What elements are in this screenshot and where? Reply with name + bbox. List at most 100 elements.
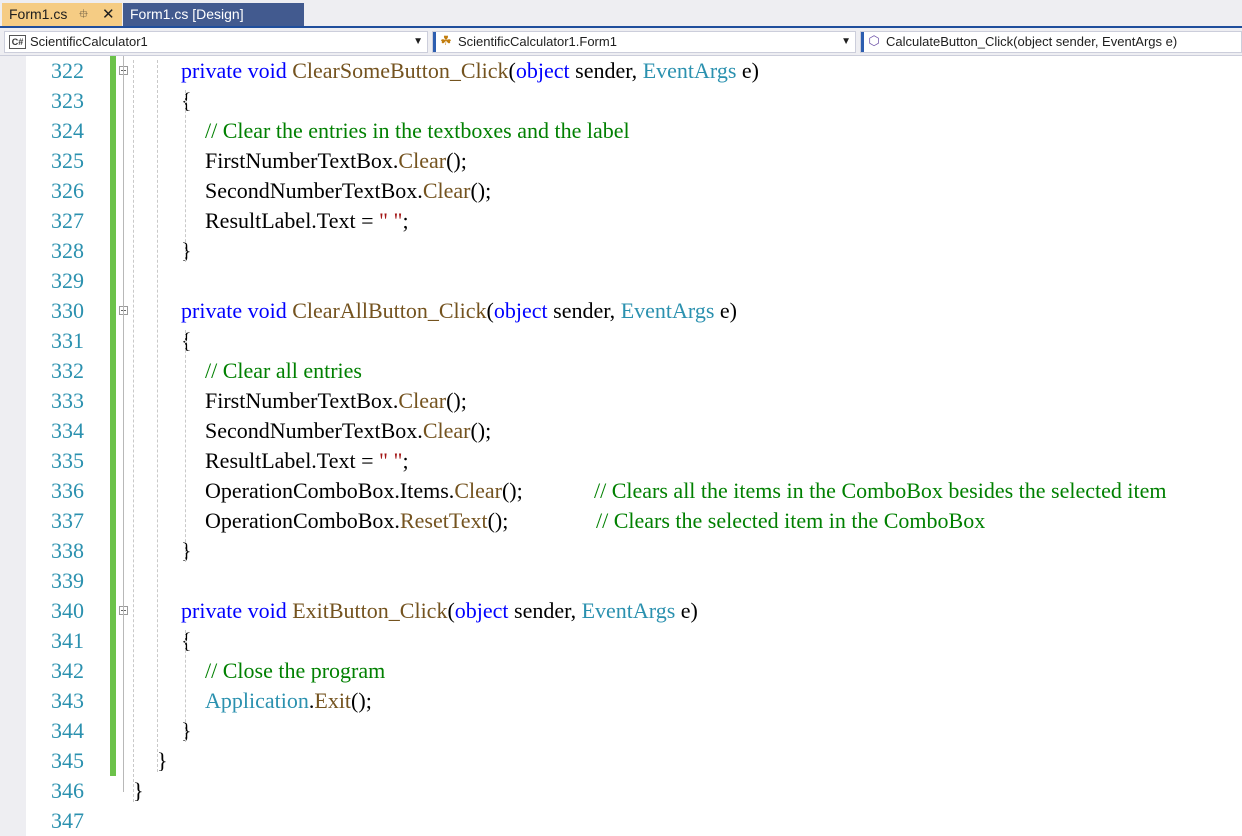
code-token: OperationComboBox.Items. [205, 478, 455, 503]
code-token: } [181, 718, 192, 743]
code-line[interactable]: 331 { [0, 326, 1242, 356]
code-line[interactable]: 344} [0, 716, 1242, 746]
line-number: 332 [51, 358, 84, 383]
code-line[interactable]: 332 // Clear all entries [0, 356, 1242, 386]
code-token: Clear [398, 148, 447, 173]
line-number: 344 [51, 718, 84, 743]
code-token: SecondNumberTextBox. [205, 178, 423, 203]
trailing-comment: // Clears all the items in the ComboBox … [594, 478, 1167, 503]
line-number: 325 [51, 148, 84, 173]
code-token: FirstNumberTextBox. [205, 388, 399, 413]
tab-label: Form1.cs [9, 6, 68, 22]
code-token: e) [714, 298, 737, 323]
code-token: ClearSomeButton_Click [292, 58, 509, 83]
code-line[interactable]: 340 private void ExitButton_Click(object … [0, 596, 1242, 626]
tab-form1-design[interactable]: Form1.cs [Design] [123, 3, 304, 26]
code-token: sender, [547, 298, 621, 323]
code-line[interactable]: 339 [0, 566, 1242, 596]
code-text: } [157, 746, 168, 776]
line-number: 326 [51, 178, 84, 203]
code-token: private [181, 598, 243, 623]
chevron-down-icon[interactable]: ▼ [413, 32, 423, 52]
code-token: { [181, 328, 192, 353]
code-token: EventArgs [620, 298, 715, 323]
code-line[interactable]: 324 // Clear the entries in the textboxes… [0, 116, 1242, 146]
code-line[interactable]: 323 { [0, 86, 1242, 116]
member-dropdown[interactable]: ⬡ CalculateButton_Click(object sender, E… [860, 31, 1242, 53]
code-line[interactable]: 329 [0, 266, 1242, 296]
splitter-handle[interactable] [861, 32, 864, 52]
tab-label: Form1.cs [Design] [130, 6, 244, 22]
code-line[interactable]: 333 FirstNumberTextBox.Clear(); [0, 386, 1242, 416]
code-token: Application [205, 688, 309, 713]
line-number: 324 [51, 118, 84, 143]
code-line[interactable]: 338} [0, 536, 1242, 566]
code-text: private void ClearSomeButton_Click(objec… [181, 56, 759, 86]
line-number: 340 [51, 598, 84, 623]
code-token: e) [675, 598, 698, 623]
code-token: (); [351, 688, 372, 713]
chevron-down-icon[interactable]: ▼ [841, 32, 851, 52]
code-line[interactable]: 337 OperationComboBox.ResetText(); // Clea… [0, 506, 1242, 536]
code-token: // Clear the entries in the textboxes an… [205, 118, 630, 143]
code-line[interactable]: 327 ResultLabel.Text = " "; [0, 206, 1242, 236]
code-token: { [181, 88, 192, 113]
code-text: // Clear the entries in the textboxes an… [205, 116, 630, 146]
code-token: sender, [508, 598, 582, 623]
code-token: ResetText [399, 508, 488, 533]
line-number: 323 [51, 88, 84, 113]
line-number: 347 [51, 808, 84, 833]
line-number: 328 [51, 238, 84, 263]
pin-icon[interactable]: ⯐ [79, 3, 88, 26]
code-token: Clear [454, 478, 502, 503]
project-dropdown[interactable]: C# ScientificCalculator1 ▼ [4, 31, 428, 53]
code-token: Exit [314, 688, 352, 713]
code-token: EventArgs [581, 598, 676, 623]
code-line[interactable]: 345} [0, 746, 1242, 776]
code-token: private [181, 298, 243, 323]
code-line[interactable]: 326 SecondNumberTextBox.Clear(); [0, 176, 1242, 206]
line-number: 330 [51, 298, 84, 323]
tab-form1-cs[interactable]: Form1.cs ⯐ ✕ [2, 3, 122, 26]
code-token: " " [379, 448, 403, 473]
code-token: ( [486, 298, 494, 323]
line-number: 322 [51, 58, 84, 83]
splitter-handle[interactable] [433, 32, 436, 52]
close-icon[interactable]: ✕ [102, 3, 115, 26]
code-text: { [181, 326, 192, 356]
code-token: } [157, 748, 168, 773]
code-line[interactable]: 342 // Close the program [0, 656, 1242, 686]
code-editor[interactable]: 322 private void ClearSomeButton_Click(ob… [0, 56, 1242, 836]
code-token: Clear [422, 418, 471, 443]
class-dropdown-label: ScientificCalculator1.Form1 [458, 34, 617, 49]
code-line[interactable]: 346} [0, 776, 1242, 806]
line-number: 333 [51, 388, 84, 413]
code-line[interactable]: 330 private void ClearAllButton_Click(obj… [0, 296, 1242, 326]
code-token: } [181, 238, 192, 263]
code-line[interactable]: 347 [0, 806, 1242, 836]
code-text: private void ExitButton_Click(object sen… [181, 596, 698, 626]
document-tab-strip: Form1.cs ⯐ ✕ Form1.cs [Design] [0, 0, 1242, 28]
code-line[interactable]: 343 Application.Exit(); [0, 686, 1242, 716]
code-text: ResultLabel.Text = " "; [205, 206, 409, 236]
code-token: ; [402, 208, 409, 233]
code-line[interactable]: 334 SecondNumberTextBox.Clear(); [0, 416, 1242, 446]
code-line[interactable]: 335 ResultLabel.Text = " "; [0, 446, 1242, 476]
code-token: (); [470, 418, 492, 443]
code-line[interactable]: 341 { [0, 626, 1242, 656]
code-token: object [515, 58, 570, 83]
class-dropdown[interactable]: ☘ ScientificCalculator1.Form1 ▼ [432, 31, 856, 53]
indent-guide [185, 90, 186, 262]
indent-guide [157, 60, 158, 772]
code-line[interactable]: 322 private void ClearSomeButton_Click(ob… [0, 56, 1242, 86]
code-line[interactable]: 336 OperationComboBox.Items.Clear(); // Cl… [0, 476, 1242, 506]
code-line[interactable]: 328} [0, 236, 1242, 266]
code-token: // Close the program [205, 658, 386, 683]
code-line[interactable]: 325 FirstNumberTextBox.Clear(); [0, 146, 1242, 176]
line-number: 335 [51, 448, 84, 473]
code-token: sender, [569, 58, 643, 83]
code-text: FirstNumberTextBox.Clear(); [205, 386, 467, 416]
code-token: FirstNumberTextBox. [205, 148, 399, 173]
class-icon: ☘ [440, 33, 452, 48]
code-token: ( [508, 58, 516, 83]
